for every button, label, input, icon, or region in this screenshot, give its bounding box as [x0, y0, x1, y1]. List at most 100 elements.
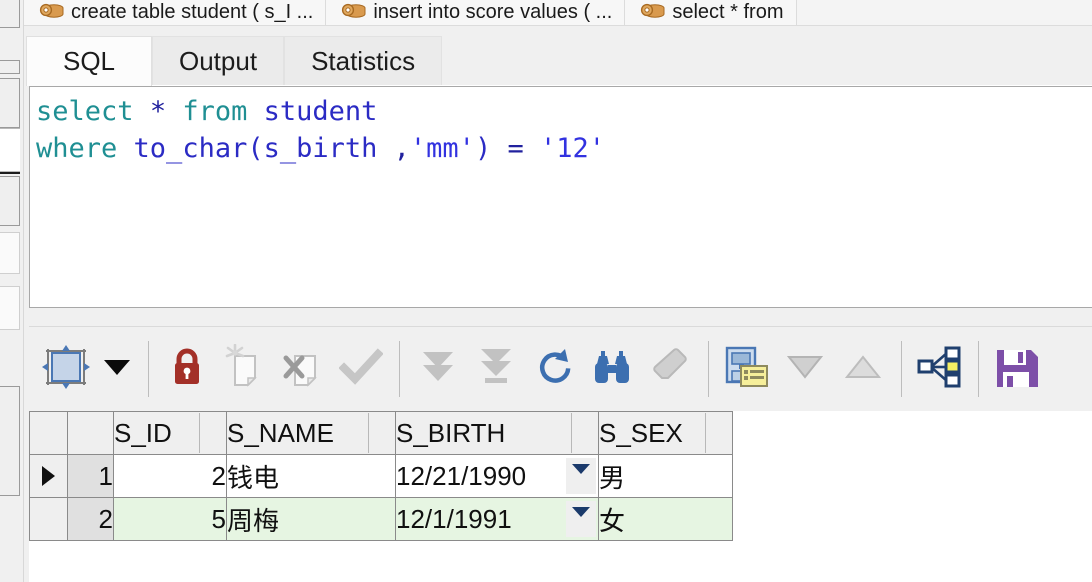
column-header-s-birth[interactable]: S_BIRTH — [395, 411, 599, 455]
purple-floppy-icon — [994, 344, 1040, 395]
results-table: S_ID S_NAME S_BIRTH S_SEX 1 2 钱电 12/21/1… — [29, 411, 733, 541]
post-changes-button[interactable] — [332, 330, 390, 408]
date-picker-button[interactable] — [566, 458, 596, 494]
lock-record-button[interactable] — [158, 330, 216, 408]
cell-s-birth[interactable]: 12/21/1990 — [395, 454, 599, 498]
editor-panel: SQL Output Statistics select * from stud… — [26, 28, 1092, 582]
record-details-icon — [723, 344, 771, 395]
sort-ascending-button[interactable] — [834, 330, 892, 408]
column-header-s-id[interactable]: S_ID — [113, 411, 227, 455]
row-current-marker[interactable] — [29, 454, 68, 498]
find-button[interactable] — [583, 330, 641, 408]
delete-record-icon — [280, 344, 326, 395]
cell-s-name[interactable]: 周梅 — [226, 497, 396, 541]
export-data-button[interactable] — [988, 330, 1046, 408]
grid-corner-rownum[interactable] — [67, 411, 114, 455]
toolbar-separator — [901, 341, 902, 397]
sql-token: * — [149, 96, 167, 127]
tab-label: Output — [179, 46, 258, 76]
sliver-box-6 — [0, 232, 20, 274]
fetch-last-page-button[interactable] — [467, 330, 525, 408]
cell-s-id[interactable]: 2 — [113, 454, 227, 498]
window-tab-select-from[interactable]: select * from — [625, 0, 797, 25]
cell-s-id[interactable]: 5 — [113, 497, 227, 541]
column-sort-handle[interactable] — [705, 413, 731, 453]
sql-token: from — [182, 96, 248, 127]
window-tab-strip[interactable]: create table student ( s_I ... insert in… — [24, 0, 1092, 26]
column-header-s-sex[interactable]: S_SEX — [598, 411, 733, 455]
left-panel-sliver — [0, 0, 24, 582]
sql-token: to_char(s_birth — [133, 133, 394, 164]
insert-record-button[interactable] — [216, 330, 274, 408]
resize-grid-icon — [40, 343, 92, 396]
fetch-next-page-button[interactable] — [409, 330, 467, 408]
chevron-down-icon — [102, 357, 132, 382]
cell-s-birth-value: 12/21/1990 — [396, 460, 527, 491]
window-tab-create-table[interactable]: create table student ( s_I ... — [24, 0, 327, 25]
database-icon — [340, 2, 366, 22]
column-header-label: S_NAME — [227, 417, 334, 448]
sort-descending-button[interactable] — [776, 330, 834, 408]
refresh-circle-icon — [534, 347, 574, 392]
sliver-box-2 — [0, 60, 20, 74]
column-header-label: S_SEX — [599, 417, 683, 448]
new-record-icon — [223, 343, 267, 395]
tab-output[interactable]: Output — [152, 36, 285, 86]
triangle-down-icon — [786, 353, 824, 386]
sql-token: 'mm' — [409, 133, 475, 164]
sql-token: where — [36, 133, 118, 164]
grid-options-dropdown[interactable] — [95, 330, 139, 408]
cell-s-birth-value: 12/1/1991 — [396, 503, 512, 534]
sql-token: , — [393, 133, 410, 164]
column-sort-handle[interactable] — [199, 413, 225, 453]
refresh-button[interactable] — [525, 330, 583, 408]
sliver-box-1 — [0, 0, 20, 28]
window-tab-label: insert into score values ( ... — [373, 1, 613, 23]
editor-tab-strip[interactable]: SQL Output Statistics — [26, 36, 1092, 86]
cell-s-name[interactable]: 钱电 — [226, 454, 396, 498]
date-picker-button[interactable] — [566, 501, 596, 537]
column-header-label: S_BIRTH — [396, 417, 506, 448]
tab-sql[interactable]: SQL — [26, 36, 152, 86]
window-tab-label: select * from — [672, 1, 784, 23]
record-details-button[interactable] — [718, 330, 776, 408]
window-tab-insert-into[interactable]: insert into score values ( ... — [326, 0, 626, 25]
delete-record-button[interactable] — [274, 330, 332, 408]
cell-s-sex[interactable]: 女 — [598, 497, 733, 541]
sliver-box-4 — [0, 128, 20, 172]
results-grid[interactable]: S_ID S_NAME S_BIRTH S_SEX 1 2 钱电 12/21/1… — [29, 411, 1092, 582]
sql-token: select — [36, 96, 134, 127]
cell-s-birth[interactable]: 12/1/1991 — [395, 497, 599, 541]
window-tab-label: create table student ( s_I ... — [71, 1, 314, 23]
hierarchy-icon — [917, 346, 963, 393]
row-arrow-icon — [42, 466, 55, 486]
row-number[interactable]: 1 — [67, 454, 114, 498]
row-marker[interactable] — [29, 497, 68, 541]
binoculars-icon — [592, 348, 632, 391]
data-model-button[interactable] — [911, 330, 969, 408]
sql-token: '12' — [540, 133, 606, 164]
grid-corner-marker[interactable] — [29, 411, 68, 455]
clear-filter-button[interactable] — [641, 330, 699, 408]
tab-statistics[interactable]: Statistics — [284, 36, 443, 86]
sql-line-2: where to_char(s_birth ,'mm') = '12' — [36, 130, 1092, 167]
grid-toolbar[interactable] — [29, 326, 1092, 411]
sql-editor[interactable]: select * from student where to_char(s_bi… — [29, 86, 1092, 308]
sliver-box-7 — [0, 286, 20, 330]
tab-label: SQL — [62, 46, 116, 76]
toolbar-separator — [148, 341, 149, 397]
column-sort-handle[interactable] — [368, 413, 394, 453]
row-number[interactable]: 2 — [67, 497, 114, 541]
fit-columns-button[interactable] — [37, 330, 95, 408]
toolbar-separator — [399, 341, 400, 397]
table-row[interactable]: 2 5 周梅 12/1/1991 女 — [29, 497, 733, 541]
sql-token: student — [263, 96, 378, 127]
cell-s-sex[interactable]: 男 — [598, 454, 733, 498]
table-row[interactable]: 1 2 钱电 12/21/1990 男 — [29, 454, 733, 498]
column-header-s-name[interactable]: S_NAME — [226, 411, 396, 455]
column-sort-handle[interactable] — [571, 413, 597, 453]
